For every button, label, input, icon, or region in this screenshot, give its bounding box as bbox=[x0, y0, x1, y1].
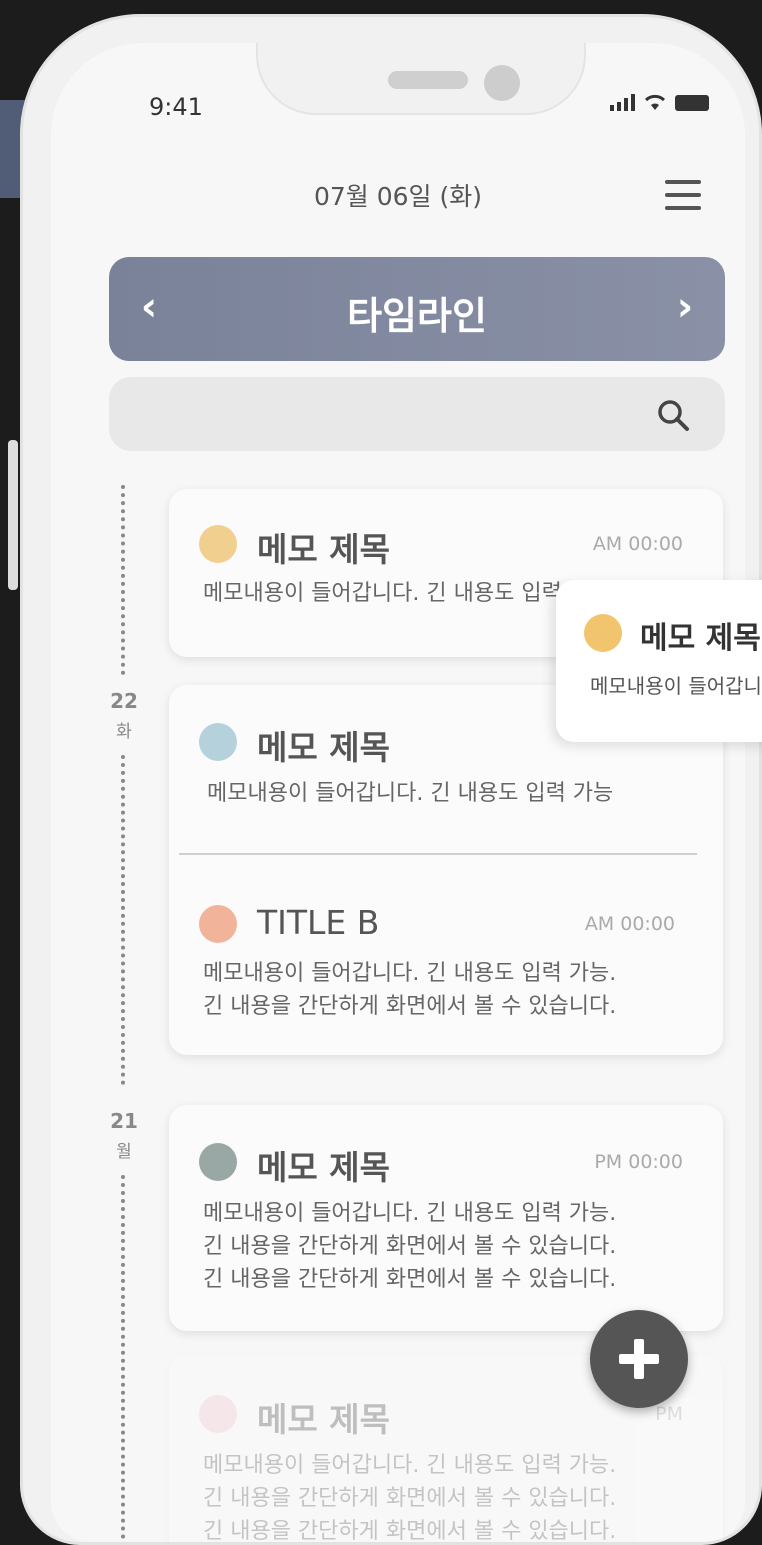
memo-color-dot bbox=[584, 614, 622, 652]
status-icons bbox=[610, 93, 709, 111]
timeline-dots bbox=[121, 755, 125, 1085]
signal-icon bbox=[610, 93, 635, 111]
memo-title: 메모 제목 bbox=[257, 1400, 390, 1439]
add-memo-button[interactable] bbox=[590, 1310, 688, 1408]
memo-time: PM bbox=[655, 1403, 683, 1425]
memo-title: 메모 제목 bbox=[257, 728, 390, 767]
timeline-dots bbox=[121, 1175, 125, 1542]
memo-body: 메모내용이 들어갑니다. 긴 내용도 입력 가능. 긴 내용을 간단하게 화면에서… bbox=[203, 1453, 617, 1542]
battery-icon bbox=[675, 95, 709, 111]
memo-title: TITLE B bbox=[257, 903, 380, 942]
memo-color-dot bbox=[199, 1143, 237, 1181]
wifi-icon bbox=[644, 94, 666, 110]
header-date: 07월 06일 (화) bbox=[313, 182, 483, 211]
phone-side-button bbox=[8, 440, 18, 590]
memo-body: 메모내용이 들어갑니다. bbox=[590, 674, 762, 698]
memo-color-dot bbox=[199, 1395, 237, 1433]
memo-body: 메모내용이 들어갑니다. 긴 내용도 입력 가능. 긴 내용을 간단하게 화면에서… bbox=[203, 961, 617, 1019]
memo-time: PM 00:00 bbox=[594, 1151, 683, 1173]
timeline-dots bbox=[121, 485, 125, 675]
memo-title: 메모 제목 bbox=[257, 530, 390, 569]
memo-time: AM 00:00 bbox=[584, 913, 675, 935]
timeline-title: 타임라인 bbox=[347, 294, 487, 338]
chevron-right-icon[interactable]: › bbox=[665, 287, 705, 327]
memo-title: 메모 제목 bbox=[257, 1148, 390, 1187]
timeline-header: ‹ 타임라인 › bbox=[109, 257, 725, 361]
memo-title: 메모 제목 bbox=[640, 621, 761, 656]
memo-card[interactable]: 메모 제목 PM 00:00 메모내용이 들어갑니다. 긴 내용도 입력 가능.… bbox=[169, 1105, 723, 1331]
camera-icon bbox=[484, 65, 520, 101]
hamburger-menu-icon[interactable] bbox=[665, 180, 701, 210]
memo-color-dot bbox=[199, 723, 237, 761]
memo-body: 메모내용이 들어갑니다. 긴 내용도 입력 가능. 긴 내용을 간단하게 화면에서… bbox=[203, 1201, 617, 1292]
plus-icon bbox=[619, 1339, 659, 1379]
memo-color-dot bbox=[199, 905, 237, 943]
day-label: 22 화 bbox=[110, 689, 138, 742]
memo-body: 메모내용이 들어갑니다. 긴 내용도 입력 가능 bbox=[207, 781, 614, 806]
memo-divider bbox=[179, 853, 697, 855]
memo-drag-preview[interactable]: 메모 제목 메모내용이 들어갑니다. bbox=[556, 580, 762, 742]
memo-color-dot bbox=[199, 525, 237, 563]
day-label: 21 월 bbox=[110, 1109, 138, 1162]
status-time: 9:41 bbox=[149, 93, 203, 121]
search-icon[interactable] bbox=[655, 397, 691, 433]
phone-notch bbox=[256, 43, 586, 115]
search-input[interactable] bbox=[109, 377, 725, 451]
memo-time: AM 00:00 bbox=[592, 533, 683, 555]
speaker-icon bbox=[388, 71, 468, 89]
